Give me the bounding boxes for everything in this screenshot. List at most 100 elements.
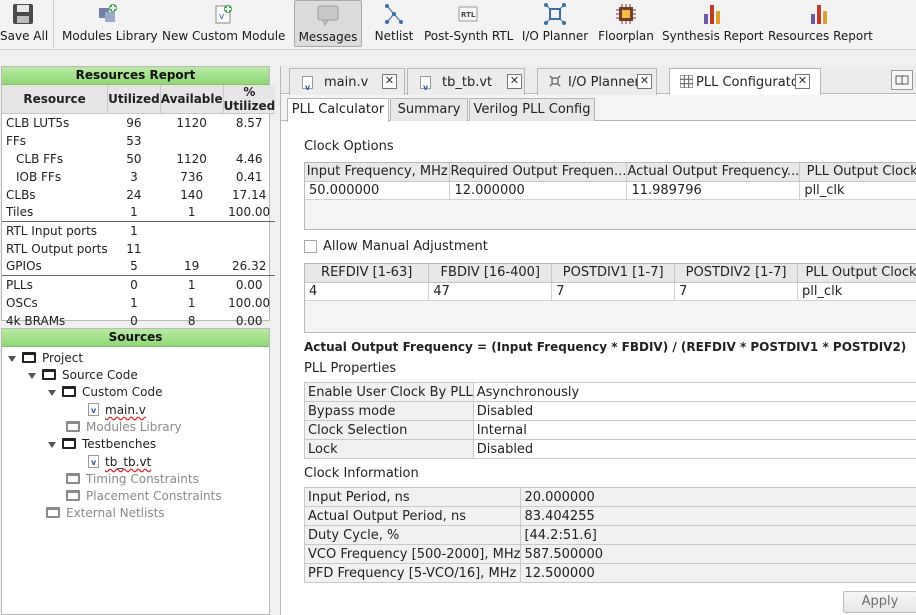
table-row: 50.000000 12.000000 11.989796 pll_clk [305,181,916,200]
fbdiv-field[interactable]: 47 [428,282,553,301]
available-value: 140 [180,187,204,202]
resources-report-button[interactable]: Resources Report [768,0,873,47]
synthesis-report-label: Synthesis Report [662,29,764,43]
svg-text:RTL: RTL [461,11,476,19]
percent-value: 4.46 [235,151,263,166]
post-synth-rtl-button[interactable]: RTL Post-Synth RTL [424,0,513,47]
sources-panel: Sources Project Source Code Custom Code … [1,328,270,615]
column-header: PLL Output Clock [799,163,916,182]
table-row: Input Period, ns 20.000000 [303,487,916,507]
io-planner-button[interactable]: I/O Planner [520,0,590,47]
tree-item-placement-constraints[interactable]: Placement Constraints [66,488,222,505]
table-row: FFs 53 [2,132,275,150]
close-icon[interactable]: ✕ [637,74,652,89]
folder-icon [22,352,36,363]
tree-item-source-code[interactable]: Source Code [28,367,138,384]
synthesis-report-button[interactable]: Synthesis Report [662,0,764,47]
property-value[interactable]: Internal [472,420,916,440]
utilized-value: 0 [107,275,161,294]
available-value: 19 [184,259,200,274]
resource-name: Tiles [6,205,34,220]
close-icon[interactable]: ✕ [382,74,397,89]
table-row: Lock Disabled [304,439,916,459]
property-value[interactable]: Disabled [472,401,916,421]
postdiv2-field[interactable]: 7 [674,282,799,301]
refdiv-field[interactable]: 4 [305,282,430,301]
apply-button[interactable]: Apply [843,591,916,613]
utilized-value: 96 [126,115,142,130]
input-frequency-field[interactable]: 50.000000 [305,181,451,200]
folder-icon [66,473,80,484]
property-value[interactable]: Disabled [472,439,916,459]
tab-summary[interactable]: Summary [390,98,468,121]
info-name: VCO Frequency [500-2000], MHz [303,544,522,564]
available-value: 8 [187,313,196,328]
column-header: Resource [2,85,109,114]
tab-io-planner[interactable]: I/O Planner ✕ [537,68,657,95]
restore-panel-button[interactable] [891,70,913,90]
tree-item-label: tb_tb.vt [105,455,152,469]
close-icon[interactable]: ✕ [507,74,522,89]
tree-item-modules-library[interactable]: Modules Library [66,419,182,436]
percent-value: 8.57 [235,115,263,130]
modules-library-button[interactable]: Modules Library [62,0,158,47]
netlist-button[interactable]: Netlist [370,0,418,47]
tree-item-label: main.v [105,403,146,417]
window-restore-icon [895,75,909,85]
resource-name: CLBs [6,187,36,202]
info-name: Actual Output Period, ns [303,506,522,526]
tree-item-timing-constraints[interactable]: Timing Constraints [66,471,199,488]
resources-header-row: Resource Utilized Available % Utilized [2,85,275,114]
expand-arrow-icon[interactable] [28,372,36,379]
expand-arrow-icon[interactable] [8,355,16,362]
tree-item-custom-code[interactable]: Custom Code [48,384,163,401]
save-all-button[interactable]: Save All [0,0,49,47]
column-header: POSTDIV2 [1-7] [674,264,799,283]
tab-pll-calculator[interactable]: PLL Calculator [287,98,389,122]
manual-adjustment-checkbox[interactable] [304,240,317,253]
utilized-value: 0 [130,313,138,328]
tab-pll-configurator[interactable]: PLL Configurator ✕ [669,68,821,95]
clock-options-table: Input Frequency, MHz Required Output Fre… [304,162,916,230]
netlist-icon [385,4,403,24]
property-value[interactable]: Asynchronously [472,382,916,402]
pll-properties-table: Enable User Clock By PLL Asynchronously B… [304,382,916,459]
svg-text:v: v [219,12,225,22]
tab-main-v[interactable]: main.v ✕ [289,68,405,100]
info-name: Duty Cycle, % [303,525,522,545]
table-row: Tiles 1 1 100.00 [2,204,275,222]
floorplan-button[interactable]: Floorplan [596,0,656,47]
speech-bubble-icon [317,5,339,27]
pll-output-clock-field[interactable]: pll_clk [799,181,916,200]
table-row: GPIOs 5 19 26.32 [2,258,275,276]
required-output-frequency-field[interactable]: 12.000000 [449,181,628,200]
tree-item-testbenches[interactable]: Testbenches [48,436,156,453]
close-icon[interactable]: ✕ [795,74,810,89]
tree-item-project[interactable]: Project [8,350,83,367]
tree-item-tb-tb-vt[interactable]: tb_tb.vt [88,454,151,471]
tree-item-external-netlists[interactable]: External Netlists [46,505,165,522]
grid-icon [680,75,693,88]
io-planner-icon [549,75,561,87]
table-row: OSCs 1 1 100.00 [2,294,275,312]
column-header: Utilized [107,85,161,114]
utilized-value: 11 [126,241,142,256]
tab-verilog-pll-config[interactable]: Verilog PLL Config [469,98,595,121]
postdiv1-field[interactable]: 7 [551,282,676,301]
save-all-label: Save All [0,29,49,43]
percent-value: 100.00 [228,205,271,220]
utilized-value: 50 [126,151,142,166]
column-header: Actual Output Frequency... [626,163,801,182]
table-row: CLB FFs 50 1120 4.46 [2,150,275,168]
new-custom-module-button[interactable]: v New Custom Module [162,0,285,47]
clock-information-table: Input Period, ns 20.000000 Actual Output … [303,487,916,583]
column-header: Required Output Frequen... [449,163,628,182]
messages-button[interactable]: Messages [294,0,362,47]
utilized-value: 53 [126,133,142,148]
percent-value: 0.00 [235,313,263,328]
tab-tb-tb-vt[interactable]: tb_tb.vt ✕ [407,68,525,100]
table-row: 4 47 7 7 pll_clk [305,282,916,301]
expand-arrow-icon[interactable] [48,389,56,396]
tree-item-main-v[interactable]: main.v [88,402,146,419]
expand-arrow-icon[interactable] [48,441,56,448]
